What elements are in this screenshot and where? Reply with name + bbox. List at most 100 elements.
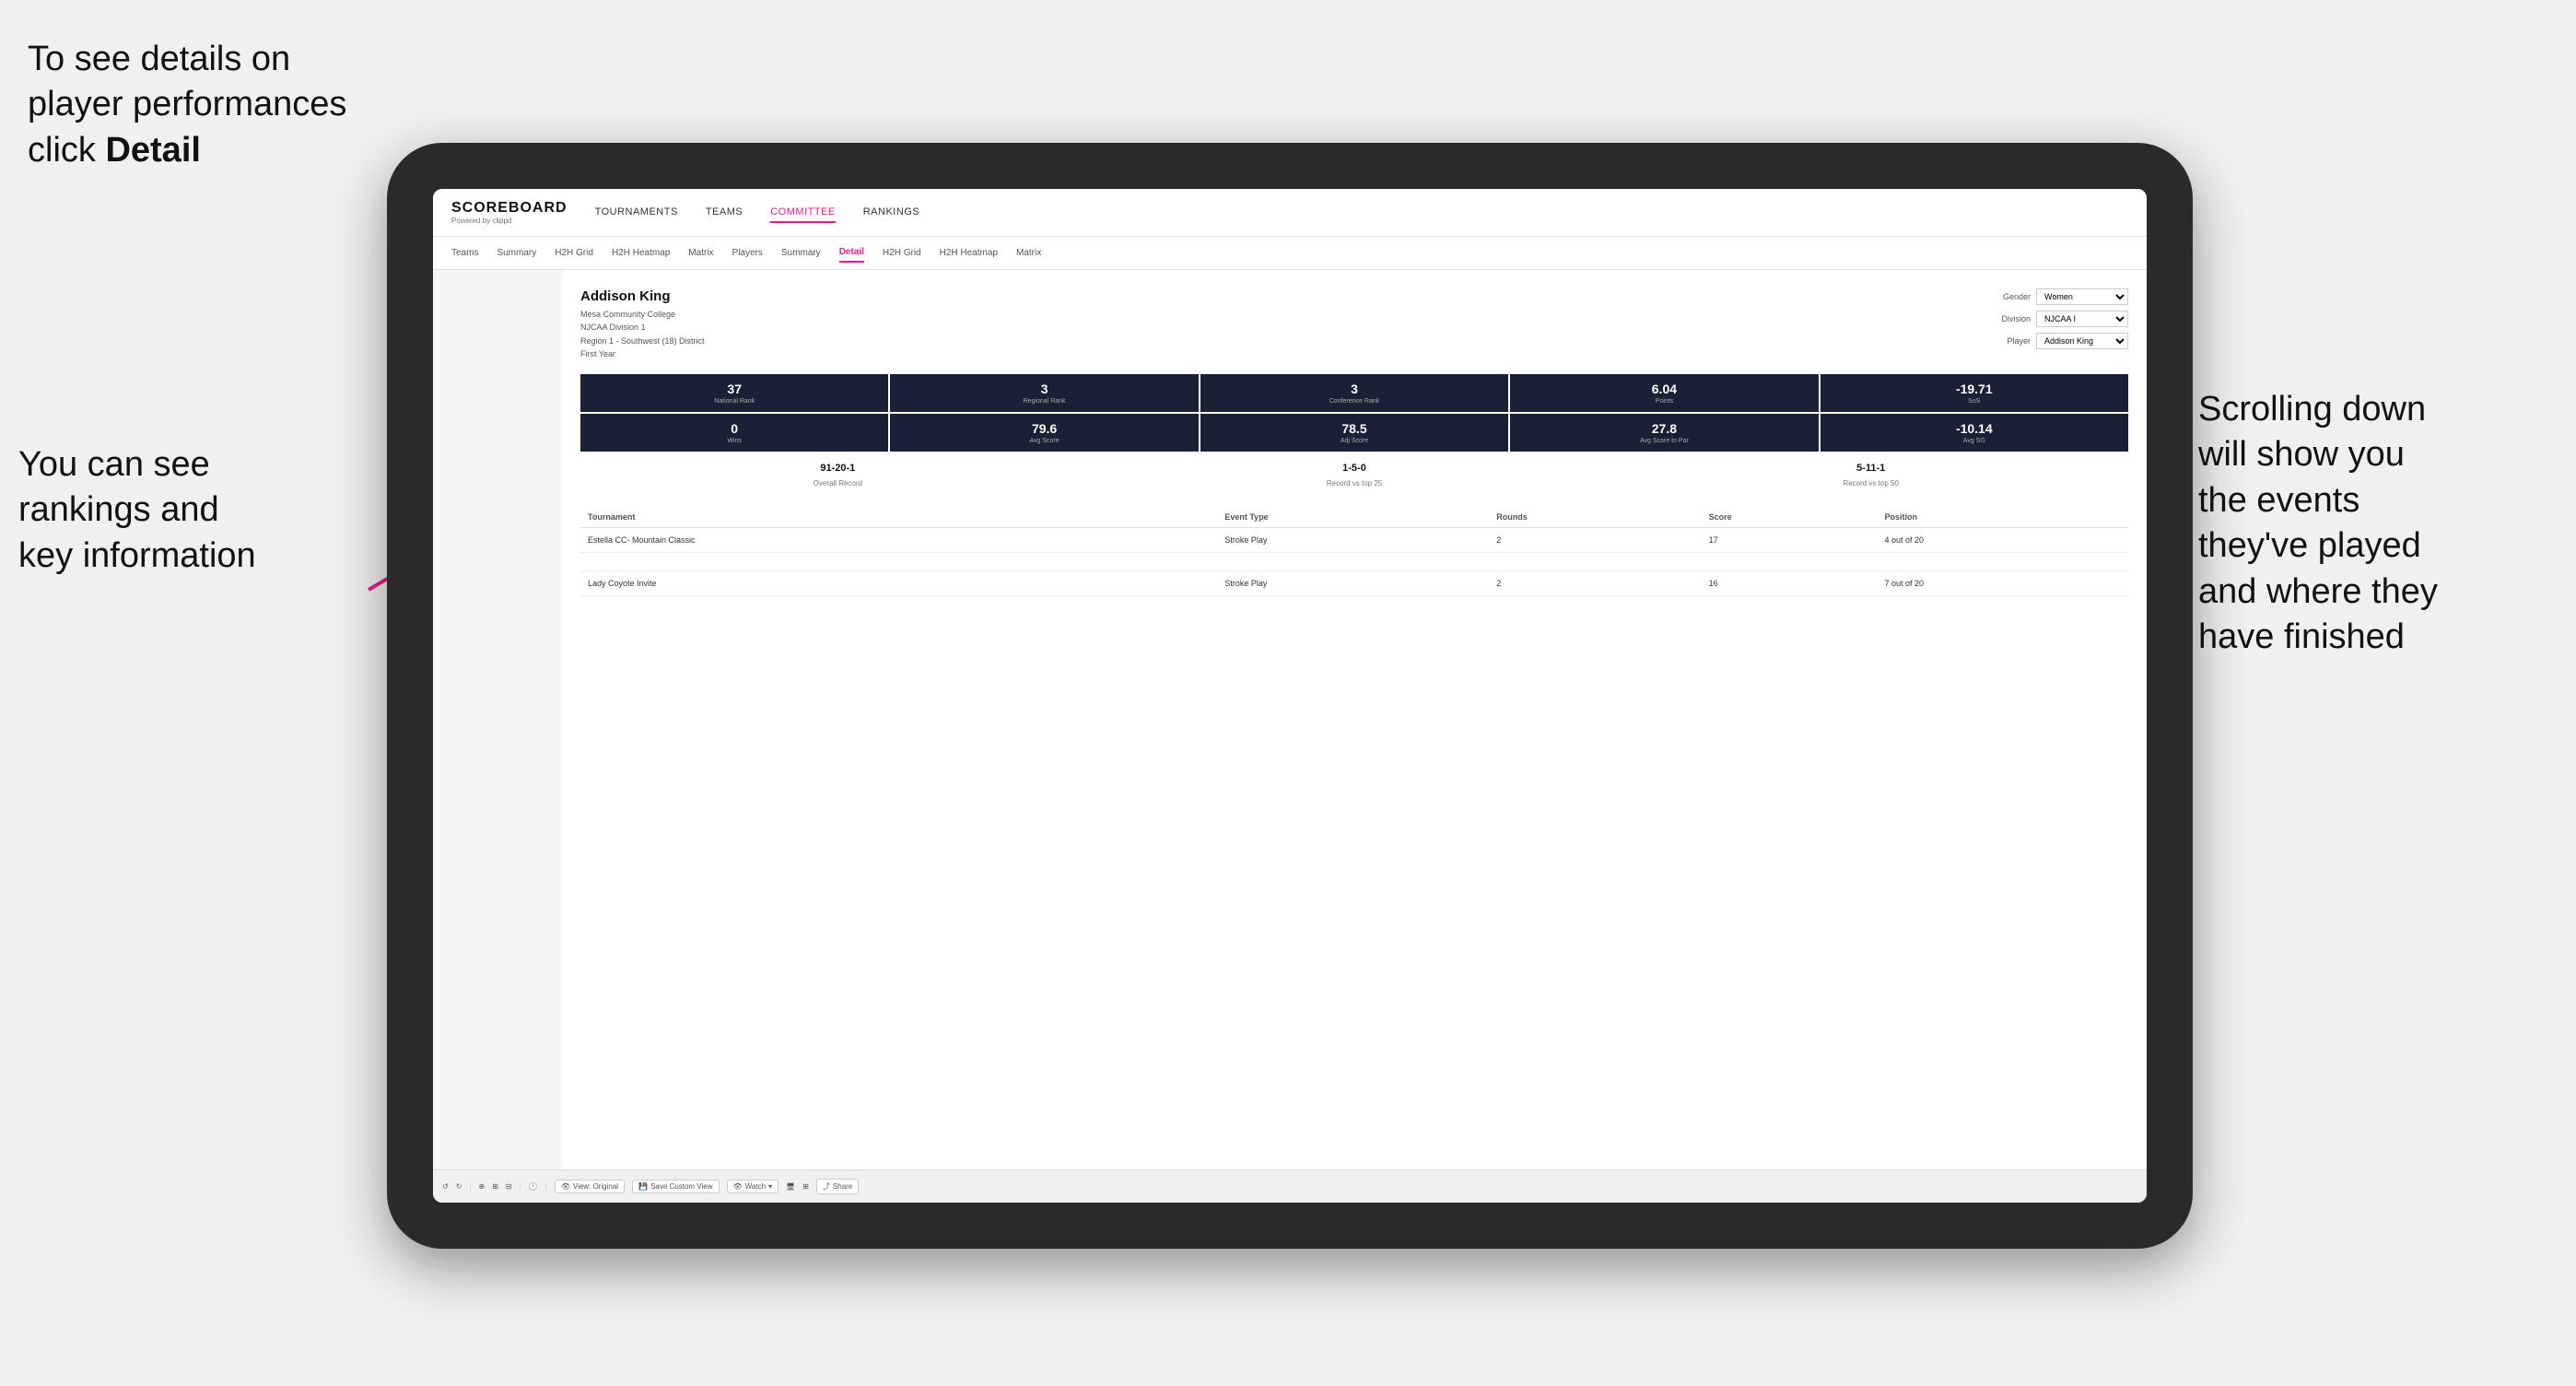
col-rounds: Rounds [1489, 507, 1701, 528]
gender-select[interactable]: Women Men [2036, 288, 2128, 305]
toolbar-monitor-icon[interactable]: 🖥 [786, 1182, 795, 1191]
stat-sos-label: SoS [1824, 398, 2125, 405]
player-label: Player [2007, 336, 2031, 346]
share-icon: ⤴ [823, 1181, 830, 1192]
table-row: Estella CC- Mountain Classic Stroke Play… [580, 527, 2128, 552]
record-top50-value: 5-11-1 [1619, 463, 2123, 474]
division-label: Division [2001, 314, 2031, 323]
subnav-players[interactable]: Players [732, 244, 763, 262]
subnav-teams[interactable]: Teams [451, 244, 478, 262]
stat-avg-score-par-label: Avg Score to Par [1514, 438, 1814, 444]
subnav-detail[interactable]: Detail [839, 243, 864, 263]
stat-wins: 0 Wins [580, 414, 888, 452]
stat-avg-score-label: Avg Score [894, 438, 1194, 444]
tablet-frame: SCOREBOARD Powered by clippd TOURNAMENTS… [387, 143, 2193, 1249]
nav-tournaments[interactable]: TOURNAMENTS [595, 203, 678, 223]
row1-event-type: Stroke Play [1217, 527, 1489, 552]
tournament-table: Tournament Event Type Rounds Score Posit… [580, 507, 2128, 596]
col-score: Score [1702, 507, 1878, 528]
toolbar-grid-icon[interactable]: ⊞ [802, 1182, 809, 1191]
subnav-h2hheatmap2[interactable]: H2H Heatmap [940, 244, 998, 262]
watch-chevron-icon: ▾ [768, 1182, 772, 1191]
subnav-summary1[interactable]: Summary [497, 244, 536, 262]
sub-nav: Teams Summary H2H Grid H2H Heatmap Matri… [433, 237, 2147, 270]
stat-national-rank: 37 National Rank [580, 374, 888, 412]
gender-control: Gender Women Men [2003, 288, 2128, 305]
subnav-h2hgrid1[interactable]: H2H Grid [555, 244, 593, 262]
record-top25-value: 1-5-0 [1103, 463, 1607, 474]
stat-avg-score: 79.6 Avg Score [890, 414, 1198, 452]
spacer-row [580, 552, 2128, 570]
subnav-matrix1[interactable]: Matrix [688, 244, 713, 262]
player-name: Addison King [580, 288, 705, 304]
stat-national-rank-value: 37 [584, 382, 884, 396]
toolbar-icon1[interactable]: ⊕ [478, 1182, 485, 1191]
toolbar-sep3: | [545, 1182, 547, 1191]
player-division: NJCAA Division 1 [580, 321, 705, 334]
logo-sub: Powered by clippd [451, 217, 568, 225]
stat-conference-rank-value: 3 [1204, 382, 1505, 396]
stat-avg-score-value: 79.6 [894, 421, 1194, 436]
division-control: Division NJCAA I [2001, 311, 2128, 327]
annotation-topleft: To see details on player performances cl… [28, 37, 378, 173]
player-controls: Gender Women Men Division NJCAA I [2001, 288, 2128, 349]
view-original-label: View: Original [573, 1182, 618, 1191]
toolbar-undo-icon[interactable]: ↺ [442, 1182, 449, 1191]
stat-adj-score-value: 78.5 [1204, 421, 1505, 436]
logo-title: SCOREBOARD [451, 200, 568, 217]
share-btn[interactable]: ⤴ Share [816, 1179, 859, 1194]
toolbar-sep2: | [520, 1182, 521, 1191]
row1-empty [1149, 527, 1217, 552]
table-row [580, 552, 2128, 570]
stat-avg-score-par-value: 27.8 [1514, 421, 1814, 436]
subnav-summary2[interactable]: Summary [781, 244, 821, 262]
annotation-topleft-text: To see details on player performances cl… [28, 40, 346, 170]
toolbar-icon2[interactable]: ⊞ [492, 1182, 498, 1191]
col-event-type: Event Type [1217, 507, 1489, 528]
subnav-h2hheatmap1[interactable]: H2H Heatmap [612, 244, 670, 262]
share-label: Share [833, 1182, 852, 1191]
watch-btn[interactable]: 👁 Watch ▾ [727, 1180, 779, 1193]
annotation-bottomleft-text: You can see rankings and key information [18, 445, 256, 575]
row2-position: 7 out of 20 [1877, 570, 2128, 595]
nav-committee[interactable]: COMMITTEE [770, 203, 836, 223]
stat-conference-rank-label: Conference Rank [1204, 398, 1505, 405]
record-top50-label: Record vs top 50 [1843, 479, 1898, 487]
logo: SCOREBOARD Powered by clippd [451, 200, 568, 225]
stat-sos: -19.71 SoS [1821, 374, 2128, 412]
player-school: Mesa Community College [580, 308, 705, 321]
tablet-screen: SCOREBOARD Powered by clippd TOURNAMENTS… [433, 189, 2147, 1203]
row2-rounds: 2 [1489, 570, 1701, 595]
division-select[interactable]: NJCAA I [2036, 311, 2128, 327]
row1-position: 4 out of 20 [1877, 527, 2128, 552]
view-original-btn[interactable]: 👁 View: Original [555, 1180, 625, 1193]
col-tournament: Tournament [580, 507, 1149, 528]
view-original-icon: 👁 [561, 1182, 570, 1191]
subnav-h2hgrid2[interactable]: H2H Grid [883, 244, 921, 262]
row2-event-type: Stroke Play [1217, 570, 1489, 595]
stat-wins-value: 0 [584, 421, 884, 436]
top-nav: SCOREBOARD Powered by clippd TOURNAMENTS… [433, 189, 2147, 237]
subnav-matrix2[interactable]: Matrix [1016, 244, 1041, 262]
annotation-bottomleft: You can see rankings and key information [18, 442, 332, 579]
toolbar-clock-icon[interactable]: 🕐 [529, 1182, 538, 1191]
record-overall-value: 91-20-1 [586, 463, 1090, 474]
stat-points-label: Points [1514, 398, 1814, 405]
stat-wins-label: Wins [584, 438, 884, 444]
toolbar-icon3[interactable]: ⊟ [506, 1182, 512, 1191]
save-custom-btn[interactable]: 💾 Save Custom View [632, 1180, 719, 1193]
record-top50: 5-11-1 Record vs top 50 [1613, 457, 2128, 496]
stat-sos-value: -19.71 [1824, 382, 2125, 396]
player-region: Region 1 - Southwest (18) District [580, 335, 705, 347]
record-overall-label: Overall Record [814, 479, 862, 487]
record-top25-label: Record vs top 25 [1327, 479, 1382, 487]
stat-avg-sg-label: Avg SG [1824, 438, 2125, 444]
stat-adj-score-label: Adj Score [1204, 438, 1505, 444]
player-select[interactable]: Addison King [2036, 333, 2128, 349]
row1-rounds: 2 [1489, 527, 1701, 552]
stat-regional-rank-value: 3 [894, 382, 1194, 396]
nav-items: TOURNAMENTS TEAMS COMMITTEE RANKINGS [595, 203, 920, 223]
toolbar-redo-icon[interactable]: ↻ [456, 1182, 463, 1191]
nav-teams[interactable]: TEAMS [706, 203, 743, 223]
nav-rankings[interactable]: RANKINGS [863, 203, 919, 223]
